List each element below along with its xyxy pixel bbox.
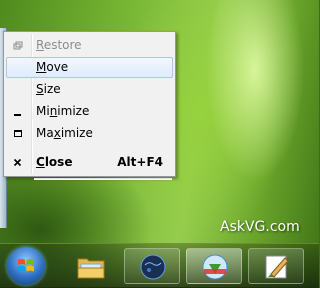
watermark: AskVG.com — [220, 219, 300, 235]
start-button[interactable] — [7, 247, 45, 285]
minimize-icon — [11, 101, 25, 122]
window-system-menu: Restore Move Size Minimize Maximize Clos… — [3, 31, 176, 180]
taskbar-button-globe[interactable] — [124, 248, 180, 284]
menu-item-shortcut: Alt+F4 — [117, 155, 163, 169]
windows-logo-icon — [17, 258, 35, 274]
taskbar-button-explorer[interactable] — [62, 248, 118, 284]
menu-item-size[interactable]: Size — [6, 79, 173, 100]
menu-item-close[interactable]: Close Alt+F4 — [6, 152, 173, 173]
taskbar — [0, 243, 319, 288]
menu-item-label: Maximize — [36, 126, 93, 140]
restore-icon — [11, 35, 25, 56]
close-icon — [11, 152, 25, 173]
menu-item-move[interactable]: Move — [6, 57, 173, 78]
menu-item-label: Minimize — [36, 104, 90, 118]
maximize-icon — [11, 123, 25, 144]
taskbar-button-download-manager[interactable] — [186, 248, 242, 284]
menu-item-restore: Restore — [6, 35, 173, 56]
menu-item-label: Restore — [36, 38, 82, 52]
taskbar-button-paint[interactable] — [248, 248, 304, 284]
menu-item-label: Size — [36, 82, 61, 96]
menu-item-minimize[interactable]: Minimize — [6, 101, 173, 122]
menu-item-maximize[interactable]: Maximize — [6, 123, 173, 144]
menu-item-label: Close — [36, 155, 73, 169]
menu-separator — [34, 178, 172, 180]
menu-item-label: Move — [36, 60, 69, 74]
